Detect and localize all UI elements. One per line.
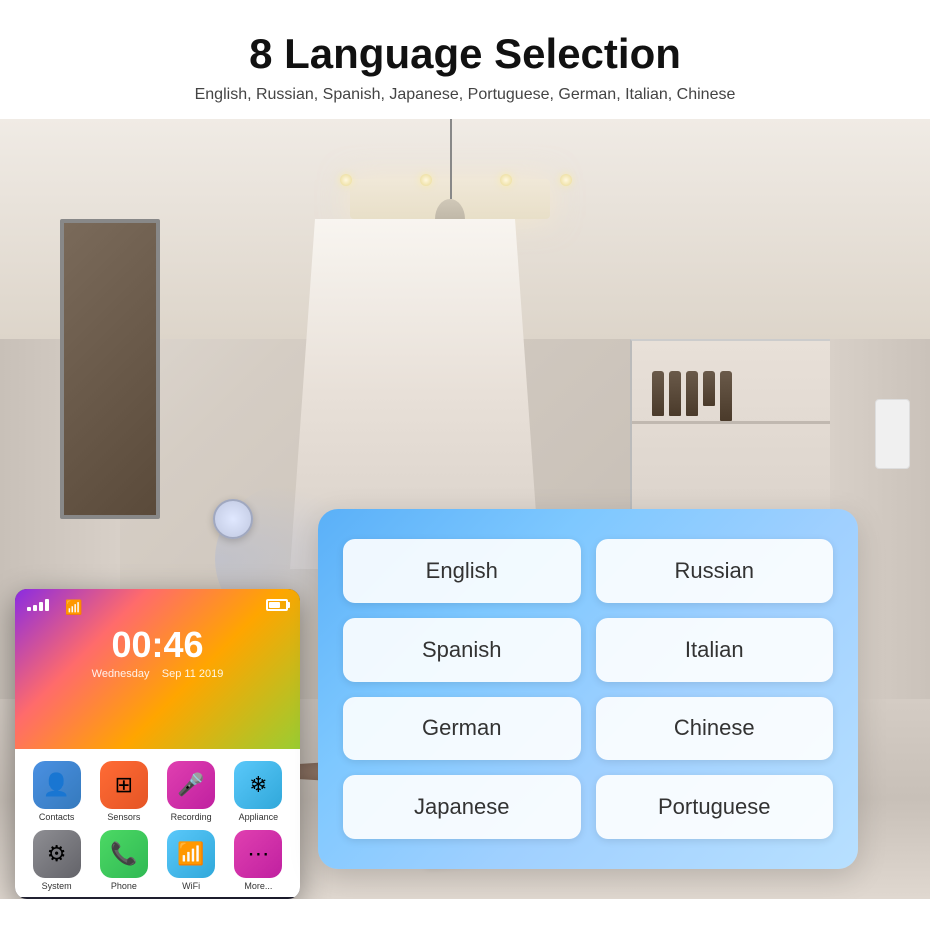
bottle-4 <box>703 371 715 406</box>
lang-btn-russian[interactable]: Russian <box>596 539 834 603</box>
wifi-label: WiFi <box>182 881 200 891</box>
app-item-appliance[interactable]: ❄ Appliance <box>229 761 288 822</box>
smart-display: 📶 00:46 Wednesday Sep 11 2019 👤 Conta <box>15 589 300 899</box>
phone-date-line1: Wednesday Sep 11 2019 <box>27 668 288 680</box>
lang-btn-japanese[interactable]: Japanese <box>343 775 581 839</box>
room-background: 📶 00:46 Wednesday Sep 11 2019 👤 Conta <box>0 119 930 899</box>
app-item-sensors[interactable]: ⊞ Sensors <box>94 761 153 822</box>
sensors-label: Sensors <box>107 812 140 822</box>
bottle-1 <box>652 371 664 416</box>
page-header: 8 Language Selection English, Russian, S… <box>0 0 930 119</box>
bottle-3 <box>686 371 698 416</box>
contacts-icon[interactable]: 👤 <box>33 761 81 809</box>
more-label: More... <box>244 881 272 891</box>
app-item-phone[interactable]: 📞 Phone <box>94 830 153 891</box>
bottle-2 <box>669 371 681 416</box>
wifi-app-icon[interactable]: 📶 <box>167 830 215 878</box>
downlight-3 <box>500 174 512 186</box>
page-title: 8 Language Selection <box>20 30 910 78</box>
app-item-wifi[interactable]: 📶 WiFi <box>162 830 221 891</box>
signal-bar-4 <box>45 599 49 611</box>
right-wall-panel <box>875 399 910 469</box>
lang-btn-german[interactable]: German <box>343 697 581 761</box>
phone-screen: 📶 00:46 Wednesday Sep 11 2019 👤 Conta <box>15 589 300 899</box>
signal-bar-2 <box>33 605 37 611</box>
app-item-system[interactable]: ⚙ System <box>27 830 86 891</box>
bottles <box>652 371 732 421</box>
downlight-2 <box>420 174 432 186</box>
app-item-contacts[interactable]: 👤 Contacts <box>27 761 86 822</box>
battery-fill <box>269 602 280 608</box>
app-grid: 👤 Contacts ⊞ Sensors 🎤 Recording ❄ Appli… <box>15 749 300 897</box>
smart-device <box>213 499 253 539</box>
phone-time: 00:46 <box>27 624 288 666</box>
lang-btn-spanish[interactable]: Spanish <box>343 618 581 682</box>
recording-icon[interactable]: 🎤 <box>167 761 215 809</box>
phone-icon[interactable]: 📞 <box>100 830 148 878</box>
lang-btn-italian[interactable]: Italian <box>596 618 834 682</box>
signal-bar-3 <box>39 602 43 611</box>
contacts-label: Contacts <box>39 812 75 822</box>
appliance-icon[interactable]: ❄ <box>234 761 282 809</box>
app-item-recording[interactable]: 🎤 Recording <box>162 761 221 822</box>
sensors-icon[interactable]: ⊞ <box>100 761 148 809</box>
phone-top-area: 📶 00:46 Wednesday Sep 11 2019 <box>15 589 300 749</box>
door-frame <box>60 219 160 519</box>
pendant-cable <box>450 119 452 199</box>
recording-label: Recording <box>171 812 212 822</box>
cabinet-shelf-1 <box>632 421 830 424</box>
bottle-5 <box>720 371 732 421</box>
downlight-1 <box>340 174 352 186</box>
wifi-icon: 📶 <box>65 599 82 616</box>
subtitle: English, Russian, Spanish, Japanese, Por… <box>20 86 910 104</box>
language-panel: English Russian Spanish Italian German C… <box>318 509 858 869</box>
app-item-more[interactable]: ⋯ More... <box>229 830 288 891</box>
signal-bars <box>27 599 49 611</box>
appliance-label: Appliance <box>239 812 279 822</box>
system-label: System <box>42 881 72 891</box>
system-icon[interactable]: ⚙ <box>33 830 81 878</box>
phone-label: Phone <box>111 881 137 891</box>
lang-btn-english[interactable]: English <box>343 539 581 603</box>
downlight-4 <box>560 174 572 186</box>
more-icon[interactable]: ⋯ <box>234 830 282 878</box>
battery-indicator <box>266 599 288 611</box>
battery-tip <box>287 602 290 608</box>
lang-btn-chinese[interactable]: Chinese <box>596 697 834 761</box>
signal-bar-1 <box>27 607 31 611</box>
lang-btn-portuguese[interactable]: Portuguese <box>596 775 834 839</box>
